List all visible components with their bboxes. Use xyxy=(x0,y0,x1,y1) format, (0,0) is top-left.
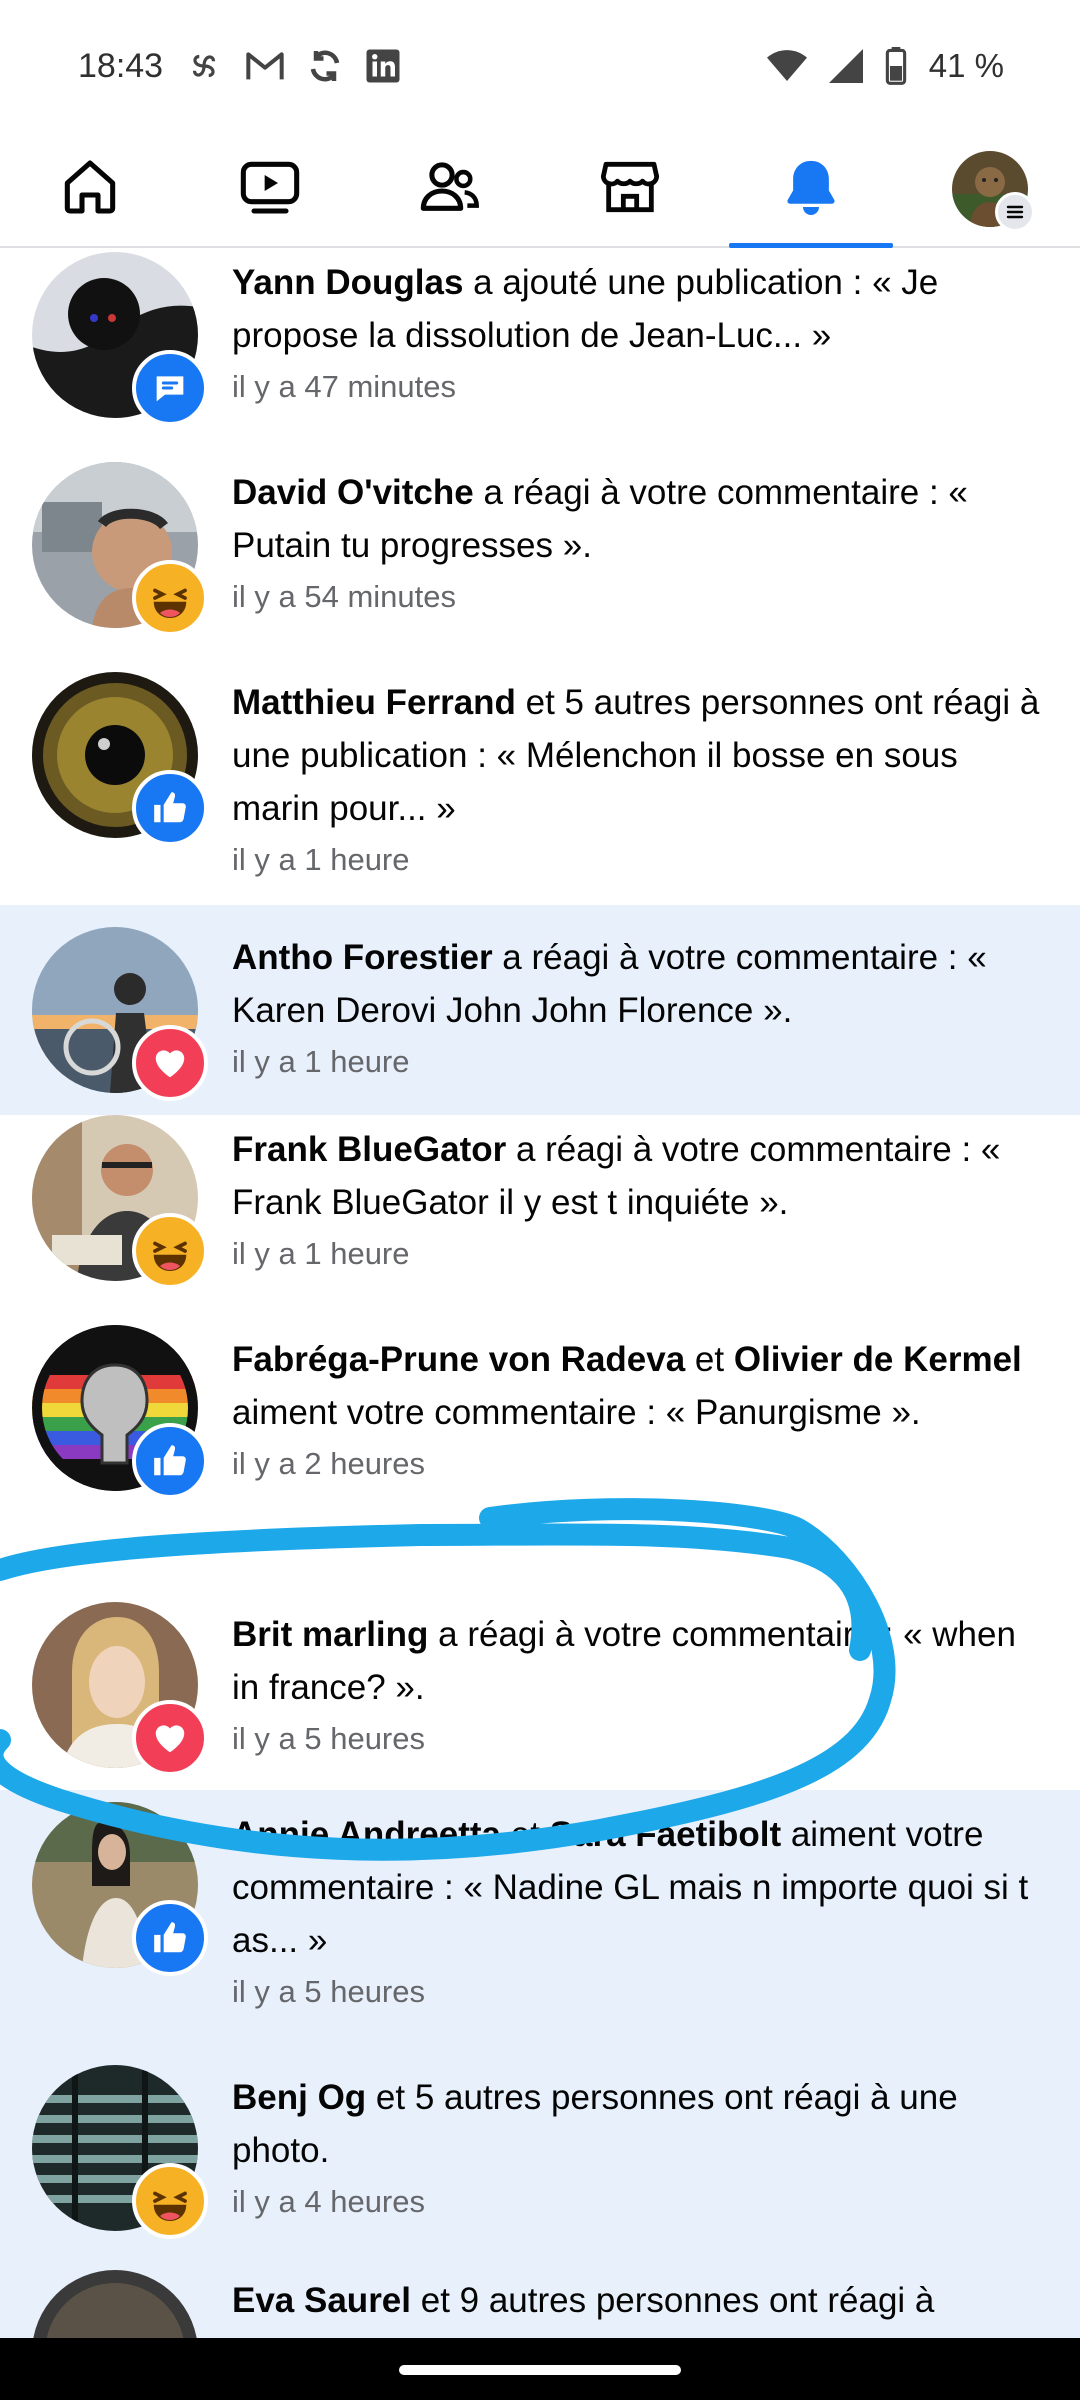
notification-time: il y a 2 heures xyxy=(232,1446,425,1481)
notification-item[interactable]: Benj Og et 5 autres personnes ont réagi … xyxy=(0,2055,1080,2260)
tab-notifications[interactable] xyxy=(729,132,893,248)
avatar xyxy=(32,1325,208,1499)
notification-item[interactable]: Antho Forestier a réagi à votre commenta… xyxy=(0,905,1080,1115)
love-reaction-icon xyxy=(132,1025,208,1101)
notification-actor: David O'vitche xyxy=(232,473,474,512)
avatar xyxy=(32,2065,208,2239)
avatar xyxy=(32,672,208,846)
notification-actor: Yann Douglas xyxy=(232,263,464,302)
notification-item[interactable]: David O'vitche a réagi à votre commentai… xyxy=(0,458,1080,668)
like-reaction-icon xyxy=(132,770,208,846)
like-reaction-icon xyxy=(132,1423,208,1499)
like-reaction-icon xyxy=(132,1900,208,1976)
notification-actor: Benj Og xyxy=(232,2078,367,2117)
wifi-icon xyxy=(766,49,807,83)
notification-actor-2: Olivier de Kermel xyxy=(733,1340,1022,1379)
notification-item[interactable]: Brit marling a réagi à votre commentaire… xyxy=(0,1590,1080,1790)
notification-time: il y a 5 heures xyxy=(232,1721,425,1756)
tab-menu[interactable] xyxy=(908,132,1072,246)
bell-icon xyxy=(779,154,843,225)
notification-actor: Annie Andreetta xyxy=(232,1815,502,1854)
signal-icon xyxy=(828,49,863,83)
haha-reaction-icon xyxy=(132,2163,208,2239)
avatar xyxy=(32,1115,208,1289)
notification-actor-2: Sara Faetibolt xyxy=(549,1815,782,1854)
notification-time: il y a 1 heure xyxy=(232,1044,410,1079)
notification-actor: Matthieu Ferrand xyxy=(232,683,516,722)
notification-time: il y a 54 minutes xyxy=(232,579,456,614)
linkedin-icon xyxy=(365,48,401,84)
notification-actor: Frank BlueGator xyxy=(232,1130,507,1169)
marketplace-icon xyxy=(597,155,663,224)
avatar xyxy=(32,1802,208,1976)
home-icon xyxy=(58,155,122,224)
notification-message: aiment votre commentaire : « Panurgisme … xyxy=(232,1393,921,1432)
battery-icon xyxy=(885,47,907,85)
battery-level: 41 % xyxy=(928,47,1004,84)
status-bar: 18:43 41 % xyxy=(0,0,1080,132)
notification-time: il y a 47 minutes xyxy=(232,369,456,404)
notification-item[interactable]: Fabréga-Prune von Radeva et Olivier de K… xyxy=(0,1325,1080,1590)
notification-actor: Brit marling xyxy=(232,1615,429,1654)
avatar xyxy=(32,252,208,426)
video-icon xyxy=(237,155,303,224)
notification-item[interactable]: Yann Douglas a ajouté une publication : … xyxy=(0,248,1080,458)
notification-item[interactable]: Annie Andreetta et Sara Faetibolt aiment… xyxy=(0,1790,1080,2055)
profile-menu-avatar xyxy=(951,150,1035,232)
sync-icon xyxy=(307,48,343,84)
notification-actor: Eva Saurel xyxy=(232,2281,411,2320)
notification-actor: Fabréga-Prune von Radeva xyxy=(232,1340,686,1379)
notification-message: et 9 autres personnes ont réagi à xyxy=(411,2281,935,2320)
gmail-icon xyxy=(245,49,285,83)
avatar xyxy=(32,2270,198,2340)
tab-marketplace[interactable] xyxy=(548,132,712,246)
tab-friends[interactable] xyxy=(368,132,532,246)
notification-connector: et xyxy=(501,1815,550,1854)
love-reaction-icon xyxy=(132,1700,208,1776)
notification-actor: Antho Forestier xyxy=(232,938,493,977)
notification-time: il y a 1 heure xyxy=(232,1236,410,1271)
tab-home[interactable] xyxy=(8,132,172,246)
notification-connector: et xyxy=(685,1340,734,1379)
pinwheel-icon xyxy=(185,47,223,85)
notification-time: il y a 5 heures xyxy=(232,1974,425,2009)
avatar xyxy=(32,1602,208,1776)
tab-video[interactable] xyxy=(188,132,352,246)
notification-item[interactable]: Eva Saurel et 9 autres personnes ont réa… xyxy=(0,2260,1080,2340)
comment-badge-icon xyxy=(132,350,208,426)
menu-icon xyxy=(995,192,1035,232)
notification-time: il y a 1 heure xyxy=(232,842,410,877)
avatar xyxy=(32,462,208,636)
friends-icon xyxy=(417,155,483,224)
top-nav-bar xyxy=(0,132,1080,248)
haha-reaction-icon xyxy=(132,1213,208,1289)
notification-time: il y a 4 heures xyxy=(232,2184,425,2219)
notification-item[interactable]: Frank BlueGator a réagi à votre commenta… xyxy=(0,1115,1080,1325)
haha-reaction-icon xyxy=(132,560,208,636)
avatar xyxy=(32,927,208,1101)
home-gesture-handle[interactable] xyxy=(399,2365,681,2375)
notification-item[interactable]: Matthieu Ferrand et 5 autres personnes o… xyxy=(0,668,1080,923)
clock: 18:43 xyxy=(78,46,164,85)
